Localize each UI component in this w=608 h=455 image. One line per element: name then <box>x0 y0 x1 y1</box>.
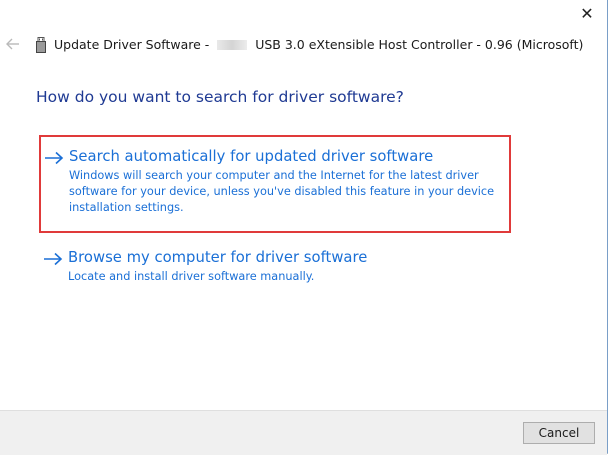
close-icon[interactable]: ✕ <box>577 4 597 24</box>
right-arrow-icon <box>44 252 63 266</box>
redacted-vendor <box>217 40 248 50</box>
back-arrow-icon[interactable] <box>5 36 21 52</box>
option-description: Locate and install driver software manua… <box>68 270 315 283</box>
dialog-title: Update Driver Software - USB 3.0 eXtensi… <box>54 37 583 52</box>
option-title: Browse my computer for driver software <box>68 249 368 266</box>
usb-device-icon <box>36 37 46 53</box>
dialog-footer: Cancel <box>0 410 607 455</box>
page-heading: How do you want to search for driver sof… <box>36 88 404 106</box>
title-prefix: Update Driver Software - <box>54 37 214 52</box>
search-automatically-option[interactable]: Search automatically for updated driver … <box>39 135 511 233</box>
right-arrow-icon <box>45 151 64 165</box>
option-title: Search automatically for updated driver … <box>69 148 434 165</box>
browse-computer-option[interactable]: Browse my computer for driver software L… <box>40 246 508 296</box>
update-driver-dialog: ✕ Update Driver Software - USB 3.0 eXten… <box>0 0 608 455</box>
cancel-button[interactable]: Cancel <box>523 422 595 444</box>
title-suffix: USB 3.0 eXtensible Host Controller - 0.9… <box>251 37 584 52</box>
option-description: Windows will search your computer and th… <box>69 169 495 214</box>
